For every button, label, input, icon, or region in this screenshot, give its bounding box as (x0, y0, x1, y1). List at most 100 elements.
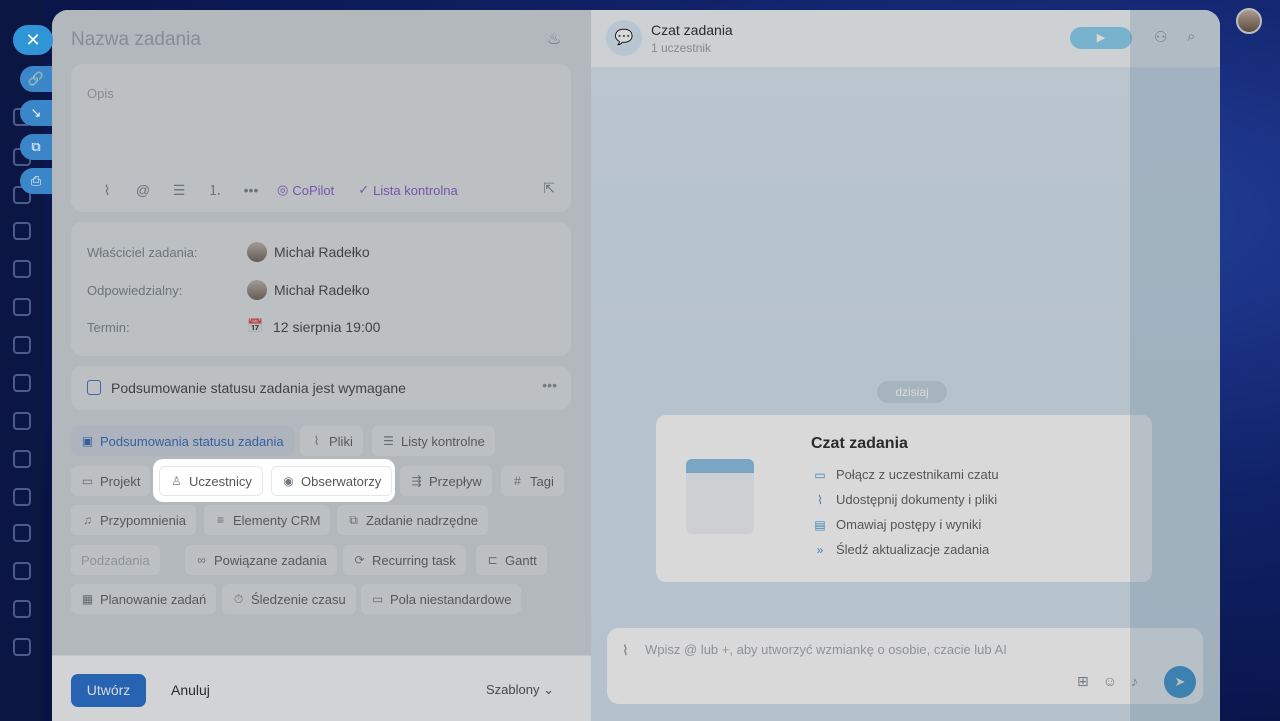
copy-link-button[interactable]: 🔗 (20, 66, 52, 92)
open-new-window-button[interactable]: ⧉ (20, 134, 52, 160)
checklist-button[interactable]: ✓ Lista kontrolna (358, 182, 457, 198)
microphone-icon[interactable]: ♪ (1131, 673, 1138, 690)
copilot-icon: ◎ (277, 182, 289, 197)
chip-crm[interactable]: ≡ Elementy CRM (204, 505, 331, 535)
task-title-input[interactable]: Nazwa zadania (71, 29, 201, 51)
chip-files[interactable]: ⌇ Pliki (300, 426, 363, 456)
forward-icon: » (816, 542, 824, 557)
description-input[interactable]: Opis (87, 86, 114, 101)
chip-label: Tagi (530, 473, 554, 489)
user-avatar[interactable] (1236, 8, 1262, 34)
chip-gantt[interactable]: ⊏ Gantt (476, 545, 547, 575)
deadline-label: Termin: (87, 319, 130, 335)
rail-shop-icon[interactable] (13, 524, 31, 542)
send-button[interactable]: ➤ (1164, 666, 1196, 698)
templates-dropdown[interactable]: Szablony ⌄ (486, 682, 554, 698)
crm-icon: ≡ (216, 513, 224, 527)
owner-value[interactable]: Michał Radełko (274, 244, 370, 260)
rail-calendar-icon[interactable] (13, 298, 31, 316)
copilot-label: CoPilot (292, 182, 335, 198)
welcome-item: ▤ Omawiaj postępy i wyniki (814, 517, 981, 532)
apps-grid-icon[interactable]: ⊞ (1077, 673, 1089, 690)
task-chat: 💬 Czat zadania 1 uczestnik ▶ ⚇ ⌕ dzisiaj… (591, 10, 1220, 721)
chip-related-tasks[interactable]: ∞ Powiązane zadania (185, 545, 337, 575)
search-icon[interactable]: ⌕ (1187, 28, 1195, 45)
rail-crm-icon[interactable] (13, 222, 31, 240)
form-footer: Utwórz Anuluj Szablony ⌄ (52, 655, 591, 721)
external-window-icon: ⧉ (31, 139, 41, 154)
flame-icon[interactable]: ♨ (547, 29, 565, 49)
field-icon: ▭ (371, 592, 384, 606)
chip-tags[interactable]: # Tagi (501, 466, 564, 496)
rail-filter-icon[interactable] (13, 600, 31, 618)
rail-docs-icon[interactable] (13, 412, 31, 430)
chip-observers[interactable]: ◉ Obserwatorzy (271, 466, 393, 496)
chat-input-tools: ⊞ ☺ ♪ (1077, 673, 1138, 690)
chip-planning[interactable]: ▦ Planowanie zadań (71, 584, 217, 614)
attach-icon[interactable]: ⌇ (622, 642, 629, 659)
add-user-icon[interactable]: ⚇ (1154, 28, 1167, 46)
cancel-button[interactable]: Anuluj (171, 682, 210, 698)
expand-editor-icon[interactable]: ⇱ (543, 180, 555, 197)
person-icon: ♙ (171, 474, 182, 488)
chip-custom-fields[interactable]: ▭ Pola niestandardowe (361, 584, 522, 614)
owner-row: Właściciel zadania: Michał Radełko (87, 242, 370, 262)
bell-icon: ♫ (83, 513, 92, 527)
chip-participants[interactable]: ♙ Uczestnicy (159, 466, 263, 496)
flow-icon: ⇶ (411, 474, 422, 488)
chip-project[interactable]: ▭ Projekt (71, 466, 151, 496)
attach-icon[interactable]: ⌇ (89, 182, 125, 199)
chip-label: Recurring task (372, 552, 456, 568)
chip-label: Planowanie zadań (100, 591, 207, 607)
chip-subtasks[interactable]: Podzadania (71, 545, 160, 575)
chip-label: Zadanie nadrzędne (366, 512, 479, 528)
create-button[interactable]: Utwórz (71, 674, 146, 707)
calendar-icon: 📅 (247, 318, 264, 333)
rail-analytics-icon[interactable] (13, 450, 31, 468)
checklist-label: Lista kontrolna (373, 182, 458, 198)
chip-checklists[interactable]: ☰ Listy kontrolne (372, 426, 495, 456)
task-meta-card: Właściciel zadania: Michał Radełko Odpow… (71, 222, 571, 356)
chip-reminders[interactable]: ♫ Przypomnienia (71, 505, 196, 535)
chip-label: Gantt (505, 552, 537, 568)
folder-icon: ▭ (81, 474, 94, 488)
rail-settings-icon[interactable] (13, 638, 31, 656)
chip-label: Podzadania (81, 552, 150, 568)
numbered-list-icon[interactable]: ⒈ (197, 180, 233, 200)
link-icon: 🔗 (27, 71, 45, 86)
chip-recurring-task[interactable]: ⟳ Recurring task (343, 545, 466, 575)
date-divider: dzisiaj (877, 381, 947, 403)
video-call-button[interactable]: ▶ (1070, 27, 1132, 49)
description-card: Opis ⌇ @ ☰ ⒈ ••• ◎ CoPilot ✓ Lista kontrol… (71, 64, 571, 212)
welcome-item: » Śledź aktualizacje zadania (814, 542, 990, 557)
chat-message-input[interactable]: Wpisz @ lub +, aby utworzyć wzmiankę o o… (645, 642, 1007, 657)
more-icon[interactable]: ••• (542, 377, 557, 393)
chip-parent-task[interactable]: ⧉ Zadanie nadrzędne (337, 505, 489, 535)
mention-icon[interactable]: @ (125, 182, 161, 198)
rail-inventory-icon[interactable] (13, 374, 31, 392)
rail-sites-icon[interactable] (13, 260, 31, 278)
rail-automation-icon[interactable] (13, 488, 31, 506)
copilot-button[interactable]: ◎ CoPilot (277, 182, 334, 198)
gantt-icon: ⊏ (487, 553, 498, 567)
rail-knowledge-icon[interactable] (13, 336, 31, 354)
chip-status-summaries[interactable]: ▣ Podsumowania statusu zadania (71, 426, 294, 456)
more-icon[interactable]: ••• (233, 182, 269, 198)
chip-flow[interactable]: ⇶ Przepływ (400, 466, 492, 496)
close-slider-button[interactable]: ✕ (13, 25, 53, 55)
chip-label: Podsumowania statusu zadania (100, 433, 284, 449)
print-button[interactable]: ⎙ (20, 168, 52, 194)
welcome-item-label: Udostępnij dokumenty i pliki (836, 492, 998, 507)
bullet-list-icon[interactable]: ☰ (161, 182, 197, 199)
chip-time-tracking[interactable]: ⏱ Śledzenie czasu (222, 584, 356, 614)
chat-participant-count[interactable]: 1 uczestnik (651, 41, 711, 55)
minimize-button[interactable]: ↘ (20, 100, 52, 126)
emoji-icon[interactable]: ☺ (1103, 673, 1117, 690)
repeat-icon: ⟳ (354, 553, 365, 567)
responsible-value[interactable]: Michał Radełko (274, 282, 370, 298)
chevron-down-icon: ⌄ (543, 682, 555, 697)
summary-required-text: Podsumowanie statusu zadania jest wymaga… (111, 380, 406, 396)
link-icon: ∞ (197, 553, 206, 567)
rail-mail-icon[interactable] (13, 562, 31, 580)
deadline-value[interactable]: 12 sierpnia 19:00 (273, 319, 380, 335)
